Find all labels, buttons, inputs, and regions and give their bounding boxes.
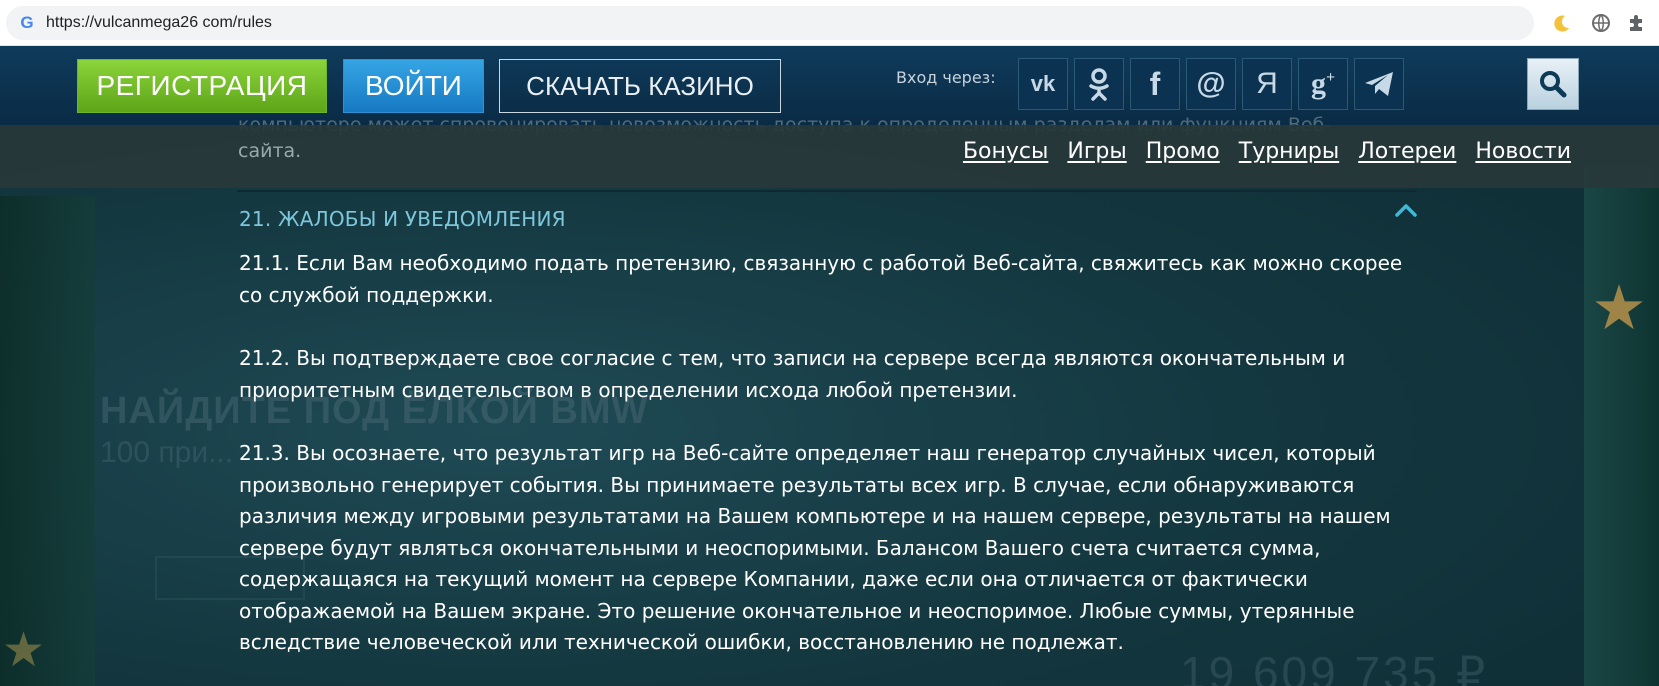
- nav-link-news[interactable]: Новости: [1475, 139, 1571, 164]
- mail-icon[interactable]: @: [1186, 58, 1236, 110]
- search-icon: [1540, 71, 1567, 98]
- background-banner-subtitle: 100 при...: [100, 436, 234, 469]
- section-divider: [237, 190, 1417, 192]
- rule-paragraph-21-1: 21.1. Если Вам необходимо подать претенз…: [239, 251, 1403, 307]
- section-title[interactable]: 21. ЖАЛОБЫ И УВЕДОМЛЕНИЯ: [239, 207, 566, 231]
- rule-paragraph-21-3: 21.3. Вы осознаете, что результат игр на…: [239, 441, 1391, 654]
- address-bar[interactable]: G https://vulcanmega26 com/rules: [6, 6, 1534, 40]
- puzzle-extension-icon[interactable]: [1625, 12, 1647, 34]
- browser-toolbar: G https://vulcanmega26 com/rules: [0, 0, 1659, 46]
- globe-extension-icon[interactable]: [1590, 12, 1612, 34]
- previous-section-text-end: сайта.: [238, 140, 302, 162]
- google-plus-icon[interactable]: g+: [1298, 58, 1348, 110]
- nav-link-games[interactable]: Игры: [1067, 139, 1126, 164]
- nav-link-tournaments[interactable]: Турниры: [1239, 139, 1339, 164]
- login-via-label: Вход через:: [896, 68, 996, 87]
- download-casino-button[interactable]: СКАЧАТЬ КАЗИНО: [499, 59, 781, 113]
- register-button[interactable]: РЕГИСТРАЦИЯ: [77, 59, 327, 113]
- moon-extension-icon[interactable]: [1551, 12, 1573, 34]
- nav-links: Бонусы Игры Промо Турниры Лотереи Новост…: [963, 139, 1571, 164]
- facebook-icon[interactable]: f: [1130, 58, 1180, 110]
- google-icon: G: [20, 13, 34, 32]
- nav-link-bonuses[interactable]: Бонусы: [963, 139, 1048, 164]
- fir-branches-right: [1584, 166, 1659, 686]
- login-button[interactable]: ВОЙТИ: [343, 59, 484, 113]
- nav-link-promo[interactable]: Промо: [1146, 139, 1220, 164]
- star-ornament-icon: ★: [2, 622, 46, 678]
- yandex-icon[interactable]: Я: [1242, 58, 1292, 110]
- chevron-up-icon[interactable]: [1393, 200, 1419, 220]
- fir-branches-left: [0, 196, 95, 686]
- search-button[interactable]: [1527, 58, 1579, 110]
- telegram-icon[interactable]: [1354, 58, 1404, 110]
- nav-link-lotteries[interactable]: Лотереи: [1358, 139, 1456, 164]
- odnoklassniki-icon[interactable]: [1074, 58, 1124, 110]
- star-ornament-icon: ★: [1591, 271, 1647, 344]
- vk-icon[interactable]: vk: [1018, 58, 1068, 110]
- url-text[interactable]: https://vulcanmega26 com/rules: [46, 13, 272, 33]
- rule-paragraph-21-2: 21.2. Вы подтверждаете свое согласие с т…: [239, 346, 1346, 402]
